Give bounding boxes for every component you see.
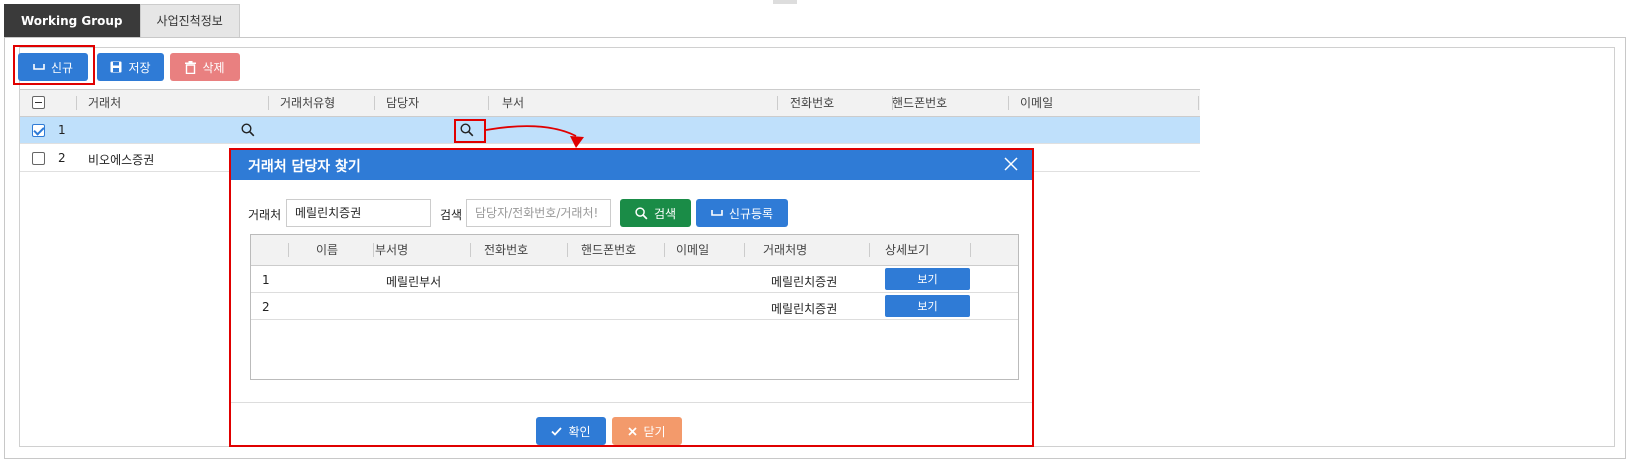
register-button-label: 신규등록 [728,206,774,221]
column-divider [777,96,778,110]
view-detail-button[interactable]: 보기 [885,268,970,290]
search-input[interactable]: 담당자/전화번호/거래처! [466,199,611,227]
manager-search-highlight [454,119,486,143]
column-divider [1198,96,1199,110]
column-divider [970,243,971,257]
search-button-label: 검색 [653,206,677,221]
column-divider [1008,96,1009,110]
manager-search-dialog: 거래처 담당자 찾기 거래처 메릴린치증권 검색 담당자/전화번호/거래처! 검… [229,148,1034,447]
trash-icon [185,60,197,74]
dialog-titlebar: 거래처 담당자 찾기 [231,150,1032,180]
save-button-label: 저장 [128,60,151,75]
column-header-department[interactable]: 부서 [502,90,524,116]
search-label: 검색 [440,208,463,222]
column-divider [567,243,568,257]
tab-working-group[interactable]: Working Group [4,4,140,37]
search-icon [635,206,648,220]
result-grid-header: 이름 부서명 전화번호 핸드폰번호 이메일 거래처명 상세보기 [251,235,1018,266]
grid-header: 거래처 거래처유형 담당자 부서 전화번호 핸드폰번호 이메일 [20,89,1200,117]
result-row-number: 1 [262,273,270,287]
row-number: 2 [58,151,66,165]
close-button-label: 닫기 [643,424,666,439]
result-row[interactable]: 1 메릴린부서 메릴린치증권 보기 [251,266,1018,293]
column-divider [288,243,289,257]
column-header-dept[interactable]: 부서명 [375,237,408,263]
column-header-client[interactable]: 거래처 [88,90,121,116]
column-header-phone[interactable]: 전화번호 [484,237,528,263]
result-client: 메릴린치증권 [771,275,838,289]
column-header-name[interactable]: 이름 [316,237,338,263]
search-button[interactable]: 검색 [620,199,691,227]
client-search-icon[interactable] [241,123,255,137]
table-row[interactable]: 1 [20,117,1200,144]
result-dept: 메릴린부서 [386,275,442,289]
column-divider [76,96,77,110]
confirm-button[interactable]: 확인 [536,417,606,445]
delete-button-label: 삭제 [202,60,225,75]
row-checkbox[interactable] [32,124,45,137]
close-icon[interactable] [1004,157,1018,171]
column-divider [268,96,269,110]
client-filter-input[interactable]: 메릴린치증권 [286,199,431,227]
dialog-footer-divider [231,402,1032,403]
tab-business-progress[interactable]: 사업진척정보 [139,4,240,37]
column-header-detail[interactable]: 상세보기 [885,237,929,263]
column-divider [664,243,665,257]
new-icon [711,209,723,217]
column-divider [869,243,870,257]
result-row-number: 2 [262,300,270,314]
column-divider [374,96,375,110]
register-button[interactable]: 신규등록 [696,199,788,227]
top-marker [773,0,797,4]
result-client: 메릴린치증권 [771,302,838,316]
column-header-email[interactable]: 이메일 [676,237,709,263]
column-divider [373,243,374,257]
column-header-mobile[interactable]: 핸드폰번호 [581,237,636,263]
row-client: 비오에스증권 [88,153,155,167]
select-all-checkbox[interactable] [32,96,45,109]
new-button-highlight [13,45,95,85]
row-number: 1 [58,123,66,137]
column-divider [744,243,745,257]
column-header-mobile[interactable]: 핸드폰번호 [892,90,947,116]
result-row[interactable]: 2 메릴린치증권 보기 [251,293,1018,320]
view-detail-button[interactable]: 보기 [885,295,970,317]
delete-button[interactable]: 삭제 [170,53,240,81]
confirm-button-label: 확인 [568,424,591,439]
check-icon [551,426,563,436]
column-header-manager[interactable]: 담당자 [386,90,419,116]
column-header-client-name[interactable]: 거래처명 [763,237,807,263]
manager-result-grid: 이름 부서명 전화번호 핸드폰번호 이메일 거래처명 상세보기 1 메릴린부서 … [250,234,1019,380]
tab-bar: Working Group 사업진척정보 [4,4,240,37]
save-icon [110,61,122,73]
save-button[interactable]: 저장 [97,53,164,81]
column-header-phone[interactable]: 전화번호 [790,90,834,116]
column-divider [488,96,489,110]
client-filter-label: 거래처 [248,208,282,222]
x-icon [628,426,638,436]
row-checkbox[interactable] [32,152,45,165]
column-divider [470,243,471,257]
column-header-client-type[interactable]: 거래처유형 [280,90,335,116]
column-header-email[interactable]: 이메일 [1020,90,1053,116]
dialog-title: 거래처 담당자 찾기 [248,159,361,175]
close-button[interactable]: 닫기 [612,417,682,445]
